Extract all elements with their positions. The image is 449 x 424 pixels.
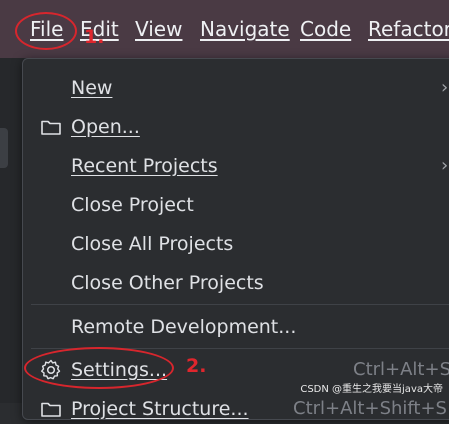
annotation-step-2: 2.: [186, 355, 207, 377]
annotation-circle-file: [15, 12, 77, 50]
menu-code-label: Code: [300, 17, 352, 41]
menu-item-close-other-projects[interactable]: Close Other Projects: [71, 268, 264, 298]
menu-separator: [31, 304, 449, 305]
menu-view-label: View: [135, 17, 183, 41]
menu-item-new[interactable]: New: [71, 73, 112, 103]
annotation-circle-settings: [24, 347, 174, 389]
menu-navigate[interactable]: Navigate: [200, 16, 290, 42]
menu-item-close-project[interactable]: Close Project: [71, 190, 194, 220]
annotation-step-1: 1.: [84, 26, 105, 48]
menu-refactor[interactable]: Refactor: [368, 16, 449, 42]
menu-view[interactable]: View: [135, 16, 182, 42]
menu-refactor-label: Refactor: [368, 17, 449, 41]
menu-item-remote-development[interactable]: Remote Development...: [71, 312, 296, 342]
menu-item-open-label: Open...: [71, 116, 140, 138]
menu-navigate-label: Navigate: [200, 17, 290, 41]
project-structure-shortcut: Ctrl+Alt+Shift+S: [293, 398, 447, 419]
menu-code[interactable]: Code: [300, 16, 351, 42]
menu-item-project-structure-label: Project Structure...: [71, 398, 249, 420]
menu-item-new-label: New: [71, 77, 113, 99]
menu-item-close-all-projects[interactable]: Close All Projects: [71, 229, 233, 259]
tool-window-tab[interactable]: [0, 128, 8, 168]
project-structure-icon: [41, 402, 61, 417]
menu-item-open[interactable]: Open...: [71, 112, 140, 142]
menu-item-project-structure[interactable]: Project Structure...: [71, 394, 249, 424]
ide-left-panel: [0, 58, 24, 403]
menu-item-recent-projects-label: Recent Projects: [71, 155, 218, 177]
watermark: CSDN @重生之我要当java大帝: [300, 384, 443, 395]
submenu-arrow-icon: ›: [441, 77, 449, 98]
submenu-arrow-icon: ›: [441, 155, 449, 176]
folder-icon: [41, 120, 61, 135]
menu-item-recent-projects[interactable]: Recent Projects: [71, 151, 218, 181]
